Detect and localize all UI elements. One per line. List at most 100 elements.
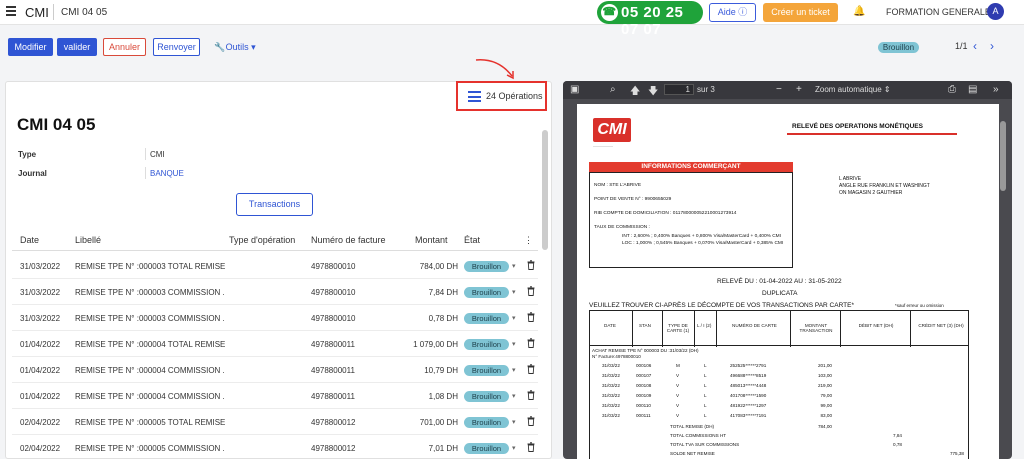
status-badge: Brouillon (464, 261, 509, 272)
chevron-down-icon[interactable]: ▾ (512, 340, 516, 348)
table-row[interactable]: 31/03/2022 REMISE TPE N° :000003 COMMISSI… (12, 305, 538, 331)
app-title[interactable]: CMI (25, 5, 49, 20)
cell-facture: 4978800010 (311, 262, 356, 271)
merchant-info-box: NOM : STE L'ABRIVE POINT DE VENTE N° : 9… (589, 172, 793, 268)
pdf-cell-stan: 000106 (636, 363, 652, 368)
page-number-input[interactable]: 1 (664, 84, 694, 95)
table-row[interactable]: 01/04/2022 REMISE TPE N° :000004 TOTAL RE… (12, 331, 538, 357)
field-label-journal: Journal (18, 169, 47, 178)
pdf-total-label: TOTAL COMMISSIONS HT (670, 433, 727, 438)
more-tools-icon[interactable]: » (993, 84, 999, 95)
cmi-logo: CMI (593, 118, 631, 142)
scrollbar[interactable] (542, 130, 548, 250)
zoom-select[interactable]: Zoom automatique ⇕ (815, 85, 891, 94)
page-title: CMI 04 05 (17, 115, 96, 134)
pdf-cell-li: L (704, 413, 707, 418)
chevron-down-icon[interactable]: ▾ (512, 418, 516, 426)
pdf-column-date: DATE (604, 323, 616, 328)
valider-button[interactable]: valider (57, 38, 97, 56)
modifier-button[interactable]: Modifier (8, 38, 53, 56)
table-row[interactable]: 02/04/2022 REMISE TPE N° :000005 TOTAL RE… (12, 409, 538, 435)
statement-period: RELEVÉ DU : 01-04-2022 AU : 31-05-2022 (717, 278, 842, 285)
transactions-table-body: ACHAT REMISE TPE N° 000003 DU :31/03/22 … (589, 346, 969, 459)
pdf-page: CMI ————— RELEVÉ DES OPERATIONS MONÉTIQU… (577, 104, 999, 459)
cell-date: 31/03/2022 (20, 314, 61, 323)
table-row[interactable]: 02/04/2022 REMISE TPE N° :000005 COMMISSI… (12, 435, 538, 459)
merchant-name: NOM : STE L'ABRIVE (594, 183, 642, 188)
field-label-type: Type (18, 150, 37, 159)
zoom-out-icon[interactable]: − (776, 84, 782, 95)
trash-icon[interactable] (527, 312, 535, 322)
trash-icon[interactable] (527, 442, 535, 452)
sidebar-toggle-icon[interactable]: ▣ (570, 84, 579, 95)
trash-icon[interactable] (527, 286, 535, 296)
chevron-down-icon: ▾ (248, 42, 256, 52)
print-icon[interactable]: ⎙ (948, 84, 956, 95)
zoom-in-icon[interactable]: + (796, 84, 802, 95)
chevron-down-icon[interactable]: ▾ (512, 262, 516, 270)
cell-facture: 4978800011 (311, 366, 355, 375)
table-row[interactable]: 31/03/2022 REMISE TPE N° :000003 TOTAL RE… (12, 253, 538, 279)
commission-int: INT : 2,600% ; 0,400% Banques + 0,800% V… (622, 234, 782, 239)
status-badge: Brouillon (464, 391, 509, 402)
transactions-button[interactable]: Transactions (236, 193, 313, 216)
chevron-right-icon[interactable]: › (990, 39, 994, 53)
arrow-up-icon[interactable]: 🡅 (630, 84, 640, 101)
trash-icon[interactable] (527, 364, 535, 374)
top-bar: CMI CMI 04 05 ☎ 05 20 25 07 07 Aide ⓘ Cr… (0, 0, 1024, 38)
column-header-facture[interactable]: Numéro de facture (311, 235, 386, 245)
scrollbar[interactable] (1000, 121, 1006, 191)
chevron-down-icon[interactable]: ▾ (512, 288, 516, 296)
phone-badge[interactable]: ☎ 05 20 25 07 07 (597, 1, 703, 38)
download-icon[interactable]: ▤ (968, 84, 977, 95)
table-row[interactable]: 01/04/2022 REMISE TPE N° :000004 COMMISSI… (12, 383, 538, 409)
trash-icon[interactable] (527, 416, 535, 426)
wrench-icon: 🔧 (214, 42, 226, 52)
journal-link[interactable]: BANQUE (150, 169, 184, 178)
bell-icon[interactable]: 🔔 (853, 6, 865, 17)
search-icon[interactable]: ⌕ (610, 84, 616, 95)
menu-icon[interactable] (6, 6, 16, 16)
pdf-cell-date: 31/03/22 (602, 413, 620, 418)
cell-libelle: REMISE TPE N° :000003 COMMISSION ... (75, 288, 225, 297)
cell-libelle: REMISE TPE N° :000003 TOTAL REMISE (75, 262, 225, 271)
cell-date: 01/04/2022 (20, 366, 61, 375)
pdf-total-debit: 0,78 (893, 442, 902, 447)
trash-icon[interactable] (527, 338, 535, 348)
chevron-down-icon[interactable]: ▾ (512, 444, 516, 452)
chevron-down-icon[interactable]: ▾ (512, 366, 516, 374)
table-row[interactable]: 31/03/2022 REMISE TPE N° :000003 COMMISSI… (12, 279, 538, 305)
help-button[interactable]: Aide ⓘ (709, 3, 756, 22)
statement-title: RELEVÉ DES OPERATIONS MONÉTIQUES (792, 123, 923, 130)
pdf-cell-date: 31/03/22 (602, 403, 620, 408)
renvoyer-button[interactable]: Renvoyer (153, 38, 200, 56)
operations-button[interactable]: 24 Opérations (456, 81, 547, 111)
column-header-etat[interactable]: État (464, 235, 480, 245)
annuler-button[interactable]: Annuler (103, 38, 146, 56)
column-header-montant[interactable]: Montant (415, 235, 448, 245)
column-options-icon[interactable]: ⋮ (524, 235, 533, 246)
chevron-left-icon[interactable]: ‹ (973, 39, 977, 53)
cell-libelle: REMISE TPE N° :000003 COMMISSION ... (75, 314, 225, 323)
pdf-cell-card: 496688******8519 (730, 373, 767, 378)
column-header-libelle[interactable]: Libellé (75, 235, 101, 245)
create-ticket-button[interactable]: Créer un ticket (763, 3, 838, 22)
company-name[interactable]: FORMATION GENERALE (886, 7, 991, 17)
avatar[interactable]: A (987, 3, 1004, 20)
column-header-date[interactable]: Date (20, 235, 39, 245)
table-row[interactable]: 01/04/2022 REMISE TPE N° :000004 COMMISSI… (12, 357, 538, 383)
pdf-cell-date: 31/03/22 (602, 383, 620, 388)
pager-count: 1/1 (955, 41, 968, 51)
pdf-cell-date: 31/03/22 (602, 373, 620, 378)
chevron-down-icon[interactable]: ▾ (512, 314, 516, 322)
arrow-down-icon[interactable]: 🡇 (648, 84, 658, 101)
chevron-down-icon[interactable]: ▾ (512, 392, 516, 400)
trash-icon[interactable] (527, 390, 535, 400)
outils-menu[interactable]: 🔧Outils ▾ (211, 38, 259, 56)
pdf-column-amount: MONTANT TRANSACTION (799, 323, 833, 333)
pdf-cell-type: V (676, 403, 680, 408)
pdf-column-debit: DÉBIT NET (DH) (858, 323, 894, 328)
trash-icon[interactable] (527, 260, 535, 270)
column-header-type[interactable]: Type d'opération (229, 235, 295, 245)
table-header: Date Libellé Type d'opération Numéro de … (12, 229, 538, 251)
